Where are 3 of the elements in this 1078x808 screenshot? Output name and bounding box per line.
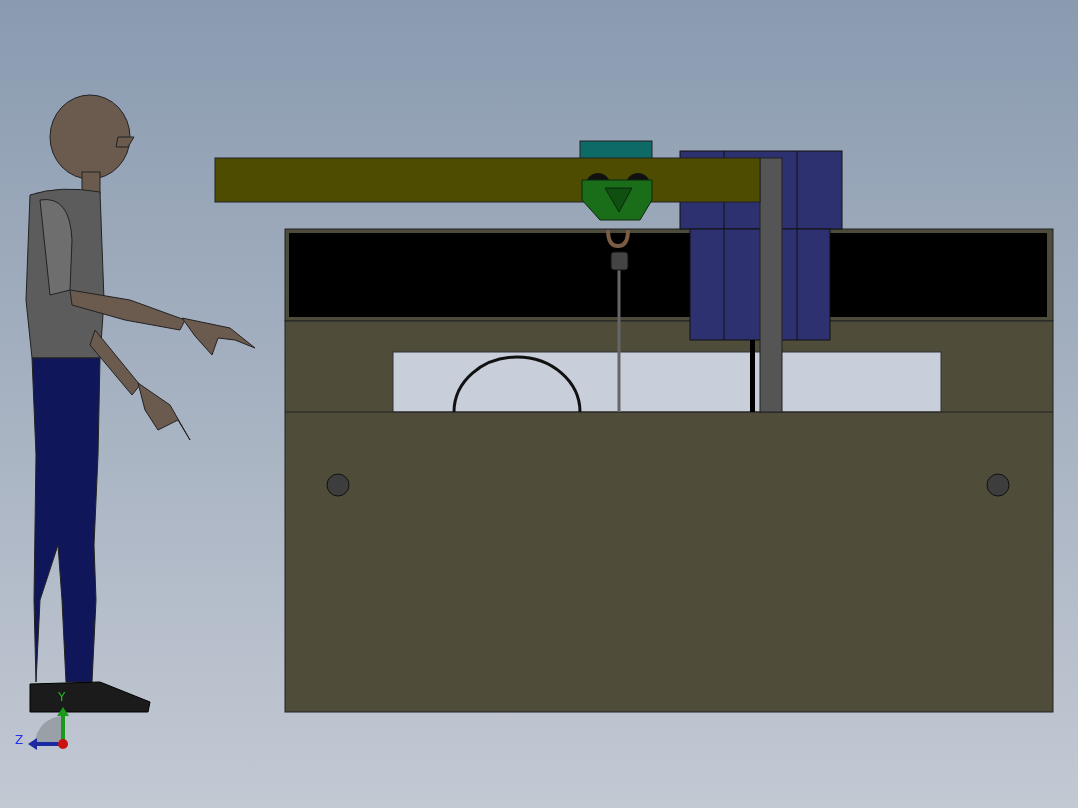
axis-label: Y bbox=[58, 690, 66, 704]
axis-triad-icon bbox=[28, 707, 69, 750]
axis-label: Z bbox=[15, 733, 24, 747]
